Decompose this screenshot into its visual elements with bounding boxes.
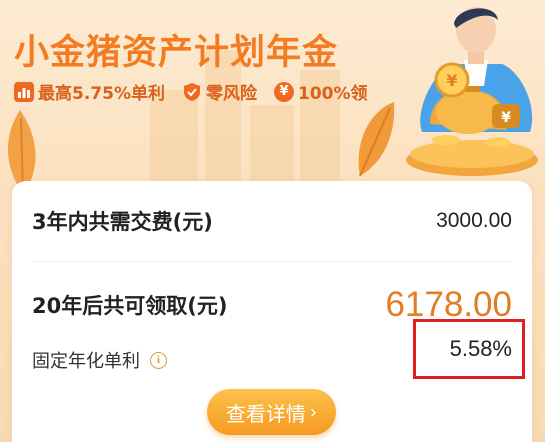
yen-coin-icon: ¥ [273, 81, 294, 102]
divider [32, 261, 512, 262]
payment-value: 3000.00 [436, 209, 512, 232]
svg-text:¥: ¥ [446, 71, 457, 90]
svg-text:¥: ¥ [501, 110, 511, 126]
rate-row: 固定年化单利 i 5.58% [12, 319, 532, 379]
view-details-label: 查看详情 [225, 401, 306, 426]
payment-label: 3年内共需交费(元) [32, 210, 213, 234]
feature-label: 最高5.75%单利 [38, 84, 165, 104]
chart-bars-icon [14, 81, 34, 102]
shield-check-icon [182, 82, 202, 102]
autumn-leaf-right-icon [358, 102, 395, 177]
page-title: 小金猪资产计划年金 [14, 33, 339, 73]
feature-label: 零风险 [205, 84, 257, 104]
feature-list: 最高5.75%单利 零风险 ¥ 100%领 [14, 79, 385, 104]
feature-label: 100%领 [297, 84, 368, 104]
rate-highlight-box: 5.58% [413, 319, 525, 379]
promo-banner: ¥ ¥ 小金猪资产计划年金 最高5.75%单利 零风险 ¥ 100%领 [0, 0, 545, 200]
receive-label: 20年后共可领取(元) [32, 294, 228, 318]
plan-summary-card: 3年内共需交费(元) 3000.00 20年后共可领取(元) 6178.00 固… [12, 181, 532, 442]
info-icon[interactable]: i [150, 351, 167, 369]
feature-item: 零风险 [182, 79, 257, 104]
rate-value: 5.58% [449, 336, 512, 361]
payment-row: 3年内共需交费(元) 3000.00 [12, 201, 532, 241]
rate-label-group: 固定年化单利 i [32, 347, 167, 373]
feature-item: 最高5.75%单利 [14, 79, 165, 104]
rate-label: 固定年化单利 [32, 351, 140, 372]
chevron-right-icon: › [309, 401, 318, 423]
view-details-button[interactable]: 查看详情 › [207, 389, 336, 435]
man-with-piggy-bank-illustration: ¥ ¥ [406, 7, 538, 176]
feature-item: ¥ 100%领 [273, 79, 368, 104]
